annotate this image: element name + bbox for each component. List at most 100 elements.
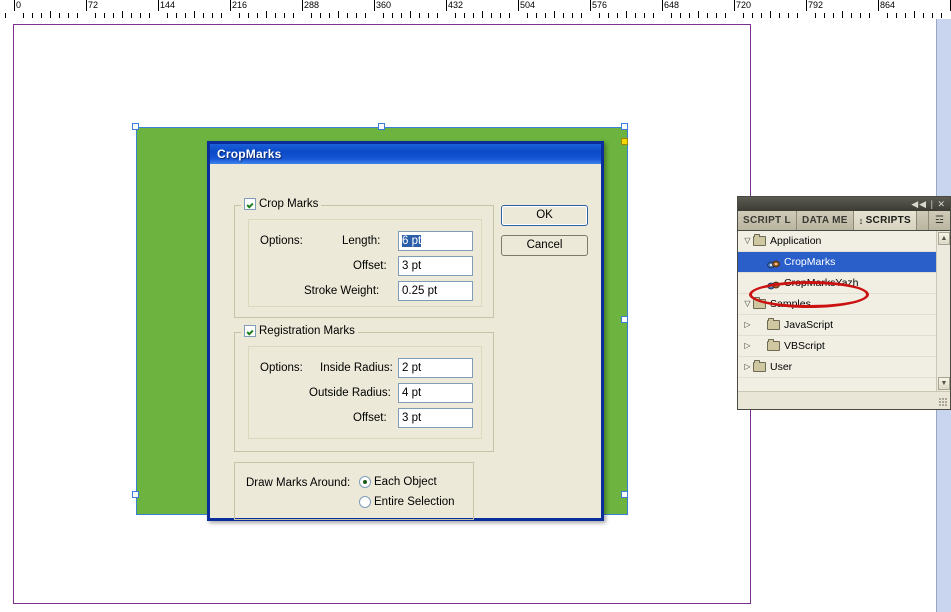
ruler-tick-minor	[410, 11, 411, 18]
ruler-tick-minor	[50, 11, 51, 18]
selection-handle-bottom-left[interactable]	[132, 491, 139, 498]
ruler-tick-minor	[266, 11, 267, 18]
ruler-tick-minor	[248, 13, 249, 18]
ruler-label: 720	[736, 0, 752, 10]
inside-radius-input[interactable]: 2 pt	[398, 358, 473, 378]
tree-item-label: User	[770, 361, 793, 373]
crop-marks-checkbox[interactable]	[244, 198, 256, 210]
outside-radius-input[interactable]: 4 pt	[398, 383, 473, 403]
resize-grip-icon[interactable]	[939, 398, 948, 407]
ok-button[interactable]: OK	[501, 205, 588, 226]
ruler-tick-minor	[788, 13, 789, 18]
entire-selection-radio[interactable]	[359, 496, 371, 508]
scripts-tree[interactable]: ▽ Application CropMarks CropMarksYazh ▽ …	[738, 231, 950, 391]
panel-titlebar[interactable]: ◀◀ | ✕	[738, 197, 950, 211]
ruler-tick-minor	[41, 13, 42, 18]
crop-offset-input[interactable]: 3 pt	[398, 256, 473, 276]
ruler-tick-minor	[941, 13, 942, 18]
ruler-label: 216	[232, 0, 248, 10]
entire-selection-label: Entire Selection	[374, 496, 455, 508]
dialog-title: CropMarks	[217, 147, 282, 161]
registration-marks-legend-label: Registration Marks	[259, 325, 355, 337]
tab-data-merge-text: DATA ME	[801, 215, 848, 226]
ruler-tick-minor	[239, 13, 240, 18]
tab-scripts[interactable]: ↕ SCRIPTS	[853, 211, 918, 230]
dialog-titlebar[interactable]: CropMarks	[210, 144, 601, 164]
ruler-tick-minor	[23, 13, 24, 18]
ruler-label: 360	[376, 0, 392, 10]
ruler-tick-minor	[509, 13, 510, 18]
ruler-tick-minor	[797, 13, 798, 18]
disclosure-triangle-icon[interactable]: ▷	[742, 336, 753, 356]
crop-offset-label: Offset:	[353, 260, 387, 272]
ruler-tick-minor	[383, 13, 384, 18]
ruler-tick-minor	[860, 13, 861, 18]
selection-handle-top-center[interactable]	[378, 123, 385, 130]
ruler-tick-minor	[653, 13, 654, 18]
crop-marks-options-label: Options:	[260, 235, 303, 247]
panel-menu-button[interactable]: ☲	[928, 211, 950, 230]
scroll-up-arrow-icon[interactable]: ▲	[938, 232, 950, 245]
tab-script-label[interactable]: SCRIPT L	[738, 211, 797, 230]
disclosure-triangle-icon[interactable]: ▷	[742, 357, 753, 377]
crop-length-input[interactable]: 6 pt	[398, 231, 473, 251]
anchor-point-handle[interactable]	[621, 138, 628, 145]
ruler-tick-minor	[347, 13, 348, 18]
scroll-down-arrow-icon[interactable]: ▼	[938, 377, 950, 390]
cancel-button[interactable]: Cancel	[501, 235, 588, 256]
ruler-tick-minor	[572, 13, 573, 18]
ruler-tick-minor	[626, 11, 627, 18]
ruler-label: 0	[16, 0, 22, 10]
registration-offset-input[interactable]: 3 pt	[398, 408, 473, 428]
tree-item-javascript[interactable]: ▷ JavaScript	[738, 315, 950, 336]
ruler-tick-minor	[131, 13, 132, 18]
draw-marks-option-entire-selection[interactable]: Entire Selection	[359, 496, 455, 508]
ruler-tick-minor	[527, 13, 528, 18]
ruler-tick-minor	[644, 13, 645, 18]
ruler-tick-minor	[284, 13, 285, 18]
crop-stroke-weight-input[interactable]: 0.25 pt	[398, 281, 473, 301]
ruler-tick-minor	[545, 13, 546, 18]
draw-marks-option-each-object[interactable]: Each Object	[359, 476, 437, 488]
collapse-icon[interactable]: ◀◀	[911, 199, 927, 209]
ruler-tick-minor	[707, 13, 708, 18]
tree-item-application[interactable]: ▽ Application	[738, 231, 950, 252]
tree-item-cropmarks[interactable]: CropMarks	[738, 252, 950, 273]
tree-item-user[interactable]: ▷ User	[738, 357, 950, 378]
draw-marks-around-label: Draw Marks Around:	[246, 477, 351, 489]
tab-scripts-text: SCRIPTS	[865, 215, 912, 226]
registration-marks-checkbox[interactable]	[244, 325, 256, 337]
tree-vertical-scrollbar[interactable]: ▲ ▼	[936, 231, 950, 391]
ruler-tick-minor	[194, 11, 195, 18]
ruler-tick-minor	[905, 13, 906, 18]
ruler-tick-minor	[815, 13, 816, 18]
horizontal-ruler[interactable]: 072144216288360432504576648720792864936	[0, 0, 951, 20]
ruler-tick-minor	[329, 13, 330, 18]
draw-marks-around-group: Draw Marks Around: Each Object Entire Se…	[234, 462, 474, 520]
disclosure-triangle-icon[interactable]: ▽	[742, 231, 753, 251]
crop-stroke-weight-label: Stroke Weight:	[304, 285, 380, 297]
ruler-tick-minor	[932, 13, 933, 18]
selection-handle-middle-right[interactable]	[621, 316, 628, 323]
close-icon[interactable]: ✕	[937, 199, 946, 209]
ruler-tick-minor	[779, 13, 780, 18]
ruler-tick-minor	[32, 13, 33, 18]
folder-icon	[753, 360, 766, 372]
disclosure-triangle-icon[interactable]: ▷	[742, 315, 753, 335]
ruler-tick-minor	[167, 13, 168, 18]
selection-handle-bottom-right[interactable]	[621, 491, 628, 498]
tree-item-label: VBScript	[784, 340, 825, 352]
ruler-tick-minor	[464, 13, 465, 18]
selection-handle-top-left[interactable]	[132, 123, 139, 130]
folder-icon	[753, 234, 766, 246]
ruler-tick-minor	[455, 13, 456, 18]
ruler-tick-minor	[392, 13, 393, 18]
panel-window-controls[interactable]: ◀◀ | ✕	[911, 198, 946, 210]
ruler-tick-minor	[149, 13, 150, 18]
tab-data-merge[interactable]: DATA ME	[797, 211, 854, 230]
selection-handle-top-right[interactable]	[621, 123, 628, 130]
tree-item-label: JavaScript	[784, 319, 834, 331]
each-object-radio[interactable]	[359, 476, 371, 488]
tree-item-vbscript[interactable]: ▷ VBScript	[738, 336, 950, 357]
ruler-tick-minor	[311, 13, 312, 18]
